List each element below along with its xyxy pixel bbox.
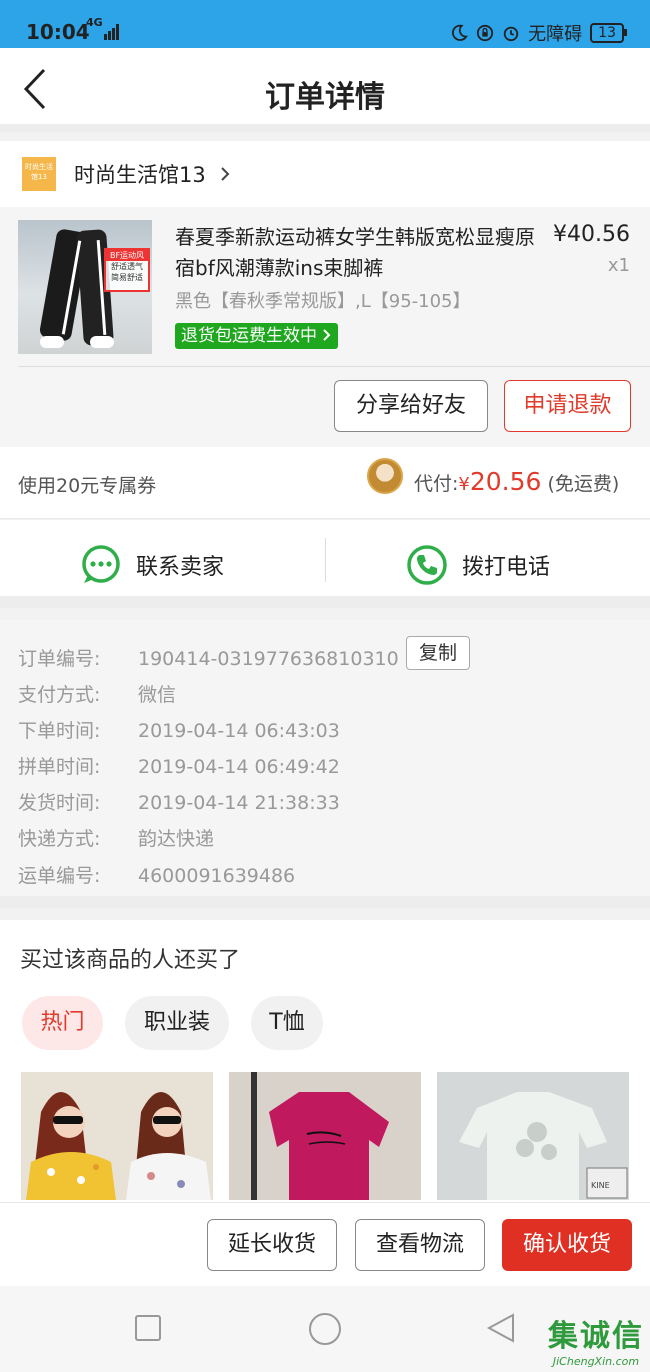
- product-image: [26, 1092, 211, 1200]
- back-triangle-icon[interactable]: [485, 1312, 517, 1344]
- badge-label: 退货包运费生效中: [181, 326, 317, 346]
- call-phone-button[interactable]: 拨打电话: [406, 544, 550, 586]
- recent-apps-icon[interactable]: [134, 1314, 162, 1342]
- card-tag-text: KINE: [591, 1181, 610, 1190]
- thumb-tag: BF运动风 舒适透气 简易舒适: [104, 248, 150, 292]
- thumb-shoe: [40, 336, 64, 348]
- product-price: ¥40.56: [553, 222, 630, 247]
- product-thumbnail[interactable]: BF运动风 舒适透气 简易舒适: [18, 220, 152, 354]
- order-info-section: 订单编号: 190414-031977636810310 复制 支付方式: 微信 下…: [0, 620, 650, 908]
- courier-value: 韵达快递: [138, 828, 215, 850]
- watermark-logo: 集诚信 JiChengXin.com: [548, 1311, 644, 1368]
- product-section: BF运动风 舒适透气 简易舒适 春夏季新款运动裤女学生韩版宽松显瘦原宿bf风潮薄…: [0, 207, 650, 447]
- order-number-row: 订单编号: 190414-031977636810310: [18, 644, 399, 671]
- confirm-receipt-button[interactable]: 确认收货: [502, 1219, 632, 1271]
- ship-time-key: 发货时间:: [18, 792, 101, 814]
- order-time-key: 下单时间:: [18, 720, 101, 742]
- network-type: 4G: [86, 16, 103, 29]
- refund-button[interactable]: 申请退款: [504, 380, 631, 432]
- payer-avatar: [367, 458, 403, 494]
- recommend-card[interactable]: KINE: [437, 1072, 629, 1200]
- contact-seller-button[interactable]: 联系卖家: [80, 544, 224, 586]
- status-bar: 10:04 4G 无障碍 13: [0, 0, 650, 48]
- pay-amount: 代付:¥20.56 (免运费): [414, 467, 619, 496]
- shop-logo: 时尚生活馆13: [22, 157, 56, 191]
- thumb-tag-line2: 舒适透气: [111, 262, 143, 271]
- order-time-value: 2019-04-14 06:43:03: [138, 720, 340, 742]
- group-time-key: 拼单时间:: [18, 756, 101, 778]
- extend-receipt-button[interactable]: 延长收货: [207, 1219, 337, 1271]
- recommend-heading: 买过该商品的人还买了: [20, 948, 241, 973]
- contact-row: 联系卖家 拨打电话: [0, 520, 650, 608]
- contact-seller-label: 联系卖家: [136, 555, 225, 580]
- shop-row[interactable]: 时尚生活馆13 时尚生活馆13: [0, 141, 650, 207]
- order-number-key: 订单编号:: [18, 648, 101, 670]
- recommend-card[interactable]: [21, 1072, 213, 1200]
- product-title[interactable]: 春夏季新款运动裤女学生韩版宽松显瘦原宿bf风潮薄款ins束脚裤: [175, 222, 535, 284]
- lock-rotation-icon: [477, 24, 494, 42]
- phone-icon: [407, 545, 447, 585]
- tracking-number-key: 运单编号:: [18, 865, 101, 887]
- page-title: 订单详情: [265, 80, 385, 115]
- thumb-shoe: [90, 336, 114, 348]
- watermark-en: JiChengXin.com: [552, 1355, 640, 1368]
- group-time-row: 拼单时间: 2019-04-14 06:49:42: [18, 752, 340, 779]
- copy-button[interactable]: 复制: [406, 636, 470, 670]
- call-phone-label: 拨打电话: [462, 555, 551, 580]
- bottom-action-bar: 延长收货 查看物流 确认收货: [0, 1202, 650, 1286]
- battery-icon: 13: [590, 23, 627, 43]
- home-icon[interactable]: [307, 1311, 343, 1347]
- shipping-note: (免运费): [547, 473, 620, 495]
- chevron-right-icon: [221, 167, 230, 181]
- product-quantity: x1: [607, 255, 630, 276]
- tab-tshirt[interactable]: T恤: [251, 996, 323, 1050]
- signal-icon: [104, 24, 119, 40]
- recommend-section: 买过该商品的人还买了 热门 职业装 T恤 KINE: [0, 920, 650, 1202]
- order-number-value: 190414-031977636810310: [138, 648, 399, 670]
- chat-bubble-icon: [82, 545, 120, 583]
- pay-value: 20.56: [469, 467, 542, 496]
- thumb-tag-line1: BF运动风: [106, 250, 148, 261]
- thumb-tag-line3: 简易舒适: [111, 273, 143, 282]
- group-time-value: 2019-04-14 06:49:42: [138, 756, 340, 778]
- pay-prefix: 代付:: [414, 473, 459, 495]
- courier-key: 快递方式:: [18, 828, 101, 850]
- share-button[interactable]: 分享给好友: [334, 380, 488, 432]
- watermark-cn: 集诚信: [548, 1319, 644, 1354]
- divider: [18, 366, 650, 367]
- payment-method-value: 微信: [138, 684, 177, 706]
- chevron-right-icon: [323, 329, 331, 341]
- product-image: KINE: [459, 1092, 628, 1200]
- shop-name: 时尚生活馆13: [74, 163, 206, 187]
- courier-row: 快递方式: 韵达快递: [18, 824, 214, 851]
- ship-time-row: 发货时间: 2019-04-14 21:38:33: [18, 788, 340, 815]
- status-time: 10:04: [26, 20, 90, 44]
- accessibility-label: 无障碍: [528, 24, 583, 45]
- tab-office-wear[interactable]: 职业装: [125, 996, 229, 1050]
- product-spec: 黑色【春秋季常规版】,L【95-105】: [175, 291, 471, 312]
- tab-hot[interactable]: 热门: [22, 996, 103, 1050]
- tracking-number-value: 4600091639486: [138, 865, 296, 887]
- moon-icon: [452, 24, 469, 41]
- product-image: [251, 1072, 389, 1200]
- return-shipping-badge[interactable]: 退货包运费生效中: [175, 323, 339, 349]
- recommend-card[interactable]: [229, 1072, 421, 1200]
- tracking-number-row: 运单编号: 4600091639486: [18, 861, 295, 888]
- divider: [325, 538, 326, 582]
- system-nav-bar: 集诚信 JiChengXin.com: [0, 1286, 650, 1372]
- ship-time-value: 2019-04-14 21:38:33: [138, 792, 340, 814]
- view-logistics-button[interactable]: 查看物流: [355, 1219, 485, 1271]
- top-nav-bar: 订单详情: [0, 48, 650, 132]
- coupon-label[interactable]: 使用20元专属券: [18, 471, 156, 498]
- pay-currency: ¥: [458, 474, 470, 495]
- order-time-row: 下单时间: 2019-04-14 06:43:03: [18, 716, 340, 743]
- payment-method-key: 支付方式:: [18, 684, 101, 706]
- alarm-icon: [503, 26, 519, 42]
- coupon-row: 使用20元专属券 代付:¥20.56 (免运费): [0, 447, 650, 519]
- payment-method-row: 支付方式: 微信: [18, 680, 176, 707]
